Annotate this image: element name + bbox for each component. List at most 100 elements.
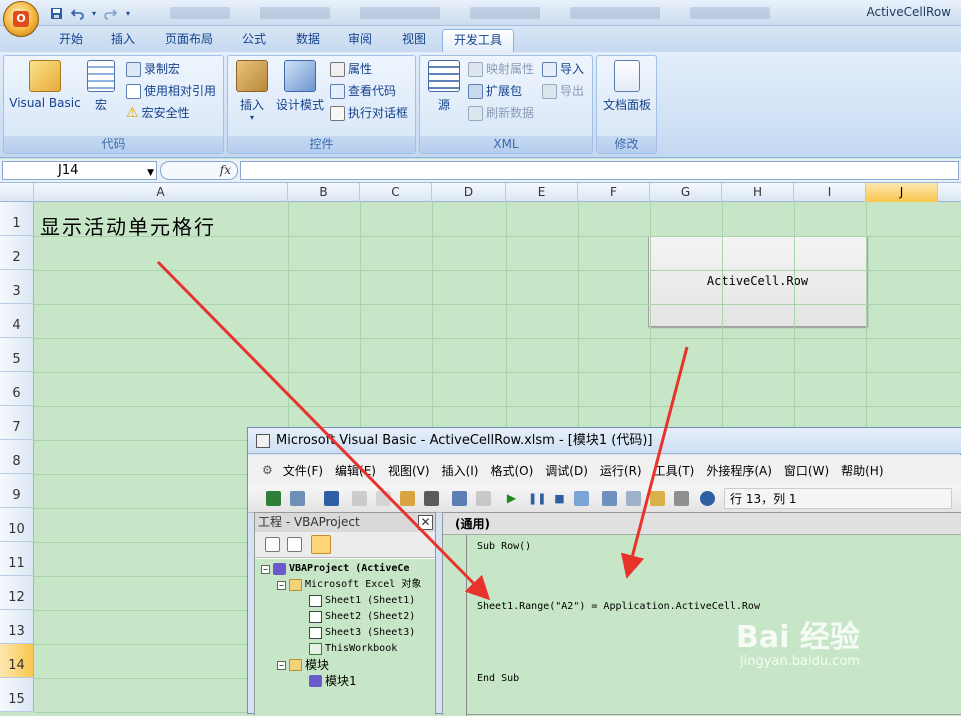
properties-window-icon[interactable]: [626, 491, 641, 506]
row-header-4[interactable]: 4: [0, 304, 34, 338]
tree-node-thisworkbook[interactable]: ThisWorkbook: [309, 641, 397, 657]
row-header-2[interactable]: 2: [0, 236, 34, 270]
undo-icon[interactable]: [452, 491, 467, 506]
column-header-g[interactable]: G: [650, 183, 722, 202]
tab-view[interactable]: 视图: [392, 29, 436, 52]
row-header-5[interactable]: 5: [0, 338, 34, 372]
view-code-icon[interactable]: [265, 537, 280, 552]
code-line[interactable]: End Sub: [477, 673, 519, 684]
column-header-f[interactable]: F: [578, 183, 650, 202]
tab-page-layout[interactable]: 页面布局: [156, 29, 222, 52]
row-header-9[interactable]: 9: [0, 474, 34, 508]
use-relative-references-button[interactable]: 使用相对引用: [126, 81, 216, 101]
reset-icon[interactable]: ■: [552, 491, 567, 506]
column-header-i[interactable]: I: [794, 183, 866, 202]
row-header-11[interactable]: 11: [0, 542, 34, 576]
menu-file[interactable]: 文件(F): [283, 462, 323, 479]
row-header-10[interactable]: 10: [0, 508, 34, 542]
object-browser-icon[interactable]: [650, 491, 665, 506]
code-line[interactable]: Sub Row(): [477, 541, 531, 552]
row-header-15[interactable]: 15: [0, 678, 34, 712]
tree-node-excel-objects[interactable]: − Microsoft Excel 对象: [277, 577, 421, 593]
expansion-packs-button[interactable]: 扩展包: [468, 81, 522, 101]
run-dialog-button[interactable]: 执行对话框: [330, 103, 408, 123]
code-line[interactable]: Sheet1.Range("A2") = Application.ActiveC…: [477, 601, 760, 612]
tab-insert[interactable]: 插入: [102, 29, 144, 52]
menu-window[interactable]: 窗口(W): [784, 462, 829, 479]
column-header-e[interactable]: E: [506, 183, 578, 202]
redo-icon[interactable]: [476, 491, 491, 506]
properties-button[interactable]: 属性: [330, 59, 372, 79]
customize-qat-icon[interactable]: ▾: [123, 5, 133, 22]
tree-node-sheet2[interactable]: Sheet2 (Sheet2): [309, 609, 415, 625]
view-object-icon[interactable]: [287, 537, 302, 552]
activecell-row-button[interactable]: ActiveCell.Row: [648, 236, 867, 327]
xml-source-button[interactable]: 源: [424, 60, 464, 113]
office-button[interactable]: O: [3, 1, 39, 37]
chevron-down-icon[interactable]: ▼: [147, 165, 154, 182]
row-header-3[interactable]: 3: [0, 270, 34, 304]
toggle-folders-icon[interactable]: [311, 535, 331, 554]
menu-debug[interactable]: 调试(D): [545, 462, 588, 479]
menu-run[interactable]: 运行(R): [600, 462, 642, 479]
save-icon[interactable]: [48, 5, 65, 22]
tab-data[interactable]: 数据: [286, 29, 330, 52]
formula-input[interactable]: [240, 161, 959, 180]
macros-button[interactable]: 宏: [84, 60, 118, 113]
design-mode-icon[interactable]: [574, 491, 589, 506]
project-explorer-icon[interactable]: [602, 491, 617, 506]
code-margin[interactable]: [443, 535, 467, 716]
undo-icon[interactable]: [69, 5, 86, 22]
menu-tools[interactable]: 工具(T): [654, 462, 695, 479]
tree-node-sheet3[interactable]: Sheet3 (Sheet3): [309, 625, 415, 641]
tree-node-module1[interactable]: 模块1: [309, 673, 356, 689]
menu-addins[interactable]: 外接程序(A): [706, 462, 772, 479]
name-box[interactable]: J14 ▼: [2, 161, 157, 180]
break-icon[interactable]: ❚❚: [528, 491, 546, 506]
record-macro-button[interactable]: 录制宏: [126, 59, 180, 79]
column-header-b[interactable]: B: [288, 183, 360, 202]
import-button[interactable]: 导入: [542, 59, 584, 79]
collapse-icon[interactable]: −: [277, 660, 286, 670]
design-mode-button[interactable]: 设计模式: [274, 60, 326, 113]
menu-view[interactable]: 视图(V): [388, 462, 430, 479]
tab-formulas[interactable]: 公式: [232, 29, 276, 52]
menu-insert[interactable]: 插入(I): [442, 462, 479, 479]
column-header-c[interactable]: C: [360, 183, 432, 202]
tab-home[interactable]: 开始: [50, 29, 92, 52]
export-button[interactable]: 导出: [542, 81, 584, 101]
copy-icon[interactable]: [376, 491, 391, 506]
paste-icon[interactable]: [400, 491, 415, 506]
close-icon[interactable]: ✕: [418, 515, 433, 530]
row-header-8[interactable]: 8: [0, 440, 34, 474]
row-header-6[interactable]: 6: [0, 372, 34, 406]
insert-function-button[interactable]: fx: [220, 163, 231, 177]
collapse-icon[interactable]: −: [277, 580, 286, 590]
help-icon[interactable]: [700, 491, 715, 506]
menu-format[interactable]: 格式(O): [490, 462, 533, 479]
row-header-13[interactable]: 13: [0, 610, 34, 644]
code-window[interactable]: (通用) Sub Row() Sheet1.Range("A2") = Appl…: [442, 512, 961, 716]
menu-help[interactable]: 帮助(H): [841, 462, 883, 479]
row-header-12[interactable]: 12: [0, 576, 34, 610]
tab-review[interactable]: 审阅: [338, 29, 382, 52]
insert-userform-icon[interactable]: [290, 491, 305, 506]
excel-icon[interactable]: [266, 491, 281, 506]
column-header-d[interactable]: D: [432, 183, 506, 202]
column-header-j[interactable]: J: [866, 183, 938, 202]
object-combo[interactable]: (通用): [443, 513, 961, 535]
select-all-corner[interactable]: [0, 183, 34, 202]
find-icon[interactable]: [424, 491, 439, 506]
document-panel-button[interactable]: 文档面板: [599, 60, 655, 113]
insert-control-button[interactable]: 插入 ▾: [232, 60, 272, 122]
tree-node-modules[interactable]: − 模块: [277, 657, 329, 673]
row-header-14[interactable]: 14: [0, 644, 34, 678]
menu-edit[interactable]: 编辑(E): [335, 462, 376, 479]
collapse-icon[interactable]: −: [261, 564, 270, 574]
run-icon[interactable]: ▶: [504, 491, 519, 506]
row-header-1[interactable]: 1: [0, 202, 34, 236]
row-header-7[interactable]: 7: [0, 406, 34, 440]
macro-security-button[interactable]: ⚠ 宏安全性: [126, 103, 190, 123]
save-icon[interactable]: [324, 491, 339, 506]
visual-basic-button[interactable]: Visual Basic: [8, 60, 82, 110]
